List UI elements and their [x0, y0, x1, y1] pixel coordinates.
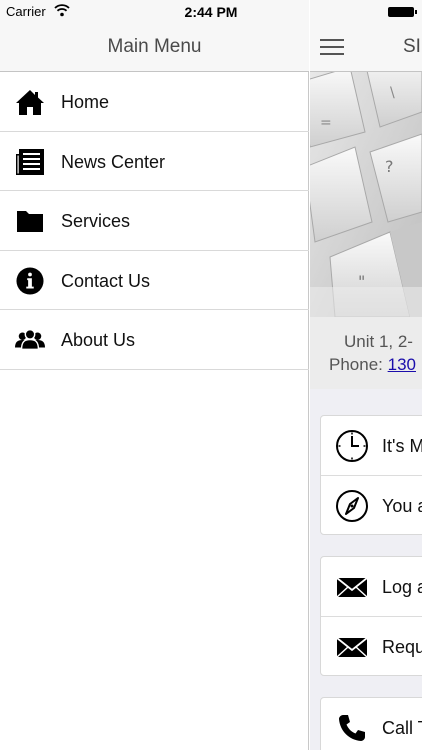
card-row-text: Requ — [382, 637, 422, 657]
card-row-text: Call T — [382, 718, 422, 738]
menu-item-news-center[interactable]: News Center — [0, 132, 309, 191]
card-row-text: Log a — [382, 577, 422, 597]
address-text: Unit 1, 2- — [344, 332, 413, 351]
svg-text:\: \ — [390, 85, 395, 101]
envelope-icon — [336, 577, 368, 598]
menu-item-label: Services — [61, 211, 131, 231]
opening-hours-row[interactable]: It's M — [321, 416, 422, 475]
main-content: SI = \ ? " Unit 1, 2- Phone: 130 It's M … — [310, 0, 422, 750]
newspaper-icon — [16, 148, 44, 175]
svg-text:?: ? — [385, 157, 394, 176]
call-row[interactable]: Call T — [321, 698, 422, 750]
menu-item-label: Home — [61, 92, 110, 112]
phone-link[interactable]: 130 — [388, 355, 416, 374]
menu-list: Home News Center Services Contact Us Abo… — [0, 72, 309, 370]
status-time: 2:44 PM — [184, 4, 238, 20]
status-bar: Carrier 2:44 PM — [0, 0, 422, 22]
envelope-icon — [336, 637, 368, 658]
clock-icon — [336, 430, 368, 462]
hero-keyboard-image: = \ ? " — [310, 72, 422, 317]
menu-item-about-us[interactable]: About Us — [0, 310, 309, 370]
hamburger-menu-button[interactable] — [320, 38, 344, 56]
phone-line: Phone: 130 — [329, 355, 416, 375]
info-icon — [16, 266, 44, 295]
menu-item-contact-us[interactable]: Contact Us — [0, 251, 309, 310]
menu-item-home[interactable]: Home — [0, 72, 309, 132]
call-card: Call T — [320, 697, 422, 750]
menu-item-services[interactable]: Services — [0, 191, 309, 251]
location-row[interactable]: You a — [321, 475, 422, 534]
card-row-text: It's M — [382, 436, 422, 456]
card-row-text: You a — [382, 496, 422, 516]
svg-text:=: = — [320, 115, 332, 131]
request-card: Log a Requ — [320, 556, 422, 676]
home-icon — [16, 90, 44, 115]
menu-item-label: Contact Us — [61, 270, 151, 291]
status-card: It's M You a — [320, 415, 422, 535]
menu-item-label: News Center — [61, 151, 166, 172]
folder-icon — [17, 211, 43, 232]
battery-icon — [388, 7, 417, 17]
phone-icon — [339, 715, 365, 741]
main-title: SI — [403, 36, 421, 57]
users-icon — [15, 328, 45, 351]
side-menu: Main Menu Home News Center Services Cont… — [0, 0, 309, 750]
phone-label: Phone: — [329, 355, 383, 374]
address-block: Unit 1, 2- Phone: 130 — [310, 317, 422, 389]
log-request-row[interactable]: Log a — [321, 557, 422, 616]
menu-title: Main Menu — [107, 36, 202, 57]
menu-item-label: About Us — [61, 330, 136, 350]
compass-icon — [336, 490, 368, 522]
request-row[interactable]: Requ — [321, 616, 422, 675]
